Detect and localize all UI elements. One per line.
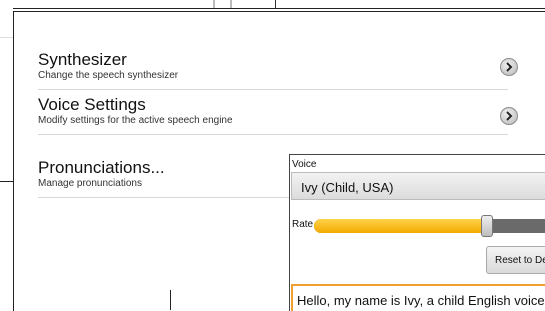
reset-to-default-button[interactable]: Reset to Default bbox=[486, 246, 545, 274]
setting-subtitle: Manage pronunciations bbox=[38, 178, 142, 189]
rate-slider-fill bbox=[314, 219, 487, 233]
rate-label: Rate bbox=[292, 219, 314, 230]
setting-title: Synthesizer bbox=[38, 50, 127, 69]
background-window bbox=[0, 0, 13, 310]
setting-title: Voice Settings bbox=[38, 95, 146, 114]
background-separator bbox=[0, 37, 13, 38]
setting-subtitle: Modify settings for the active speech en… bbox=[38, 115, 233, 126]
setting-subtitle: Change the speech synthesizer bbox=[38, 70, 179, 81]
rate-slider[interactable] bbox=[314, 219, 545, 233]
chevron-right-icon[interactable] bbox=[500, 58, 518, 76]
voice-dropdown[interactable]: Ivy (Child, USA) bbox=[291, 172, 545, 200]
background-window-edge bbox=[0, 8, 545, 9]
background-window-edge bbox=[170, 290, 171, 310]
voice-settings-setting[interactable]: Voice Settings Modify settings for the a… bbox=[38, 89, 518, 135]
rate-slider-thumb[interactable] bbox=[480, 215, 493, 237]
chevron-right-icon[interactable] bbox=[500, 107, 518, 125]
background-window-divider bbox=[213, 0, 215, 8]
sample-text-input[interactable]: Hello, my name is Ivy, a child English v… bbox=[291, 284, 545, 311]
background-window-divider bbox=[275, 0, 276, 8]
sample-text: Hello, my name is Ivy, a child English v… bbox=[297, 293, 545, 308]
voice-dialog: Voice Ivy (Child, USA) Rate Reset to Def… bbox=[289, 154, 545, 311]
setting-title: Pronunciations... bbox=[38, 158, 165, 177]
reset-button-label: Reset to Default bbox=[495, 255, 545, 266]
voice-label: Voice bbox=[292, 159, 317, 170]
background-window-divider bbox=[230, 0, 232, 8]
voice-selected-value: Ivy (Child, USA) bbox=[301, 180, 394, 195]
synthesizer-setting[interactable]: Synthesizer Change the speech synthesize… bbox=[38, 44, 518, 90]
